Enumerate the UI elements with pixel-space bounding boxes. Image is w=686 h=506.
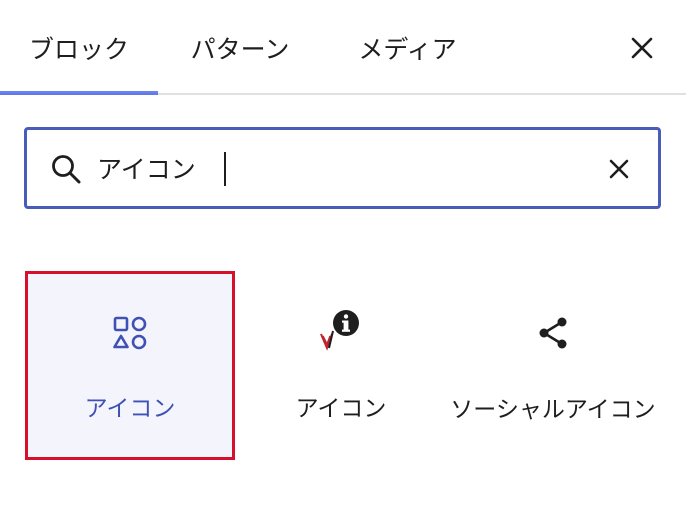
- block-result-label: アイコン: [84, 396, 176, 422]
- shapes-icon: [113, 316, 147, 350]
- inserter-tabs: ブロック パターン メディア: [0, 0, 686, 95]
- block-inserter-panel: ブロック パターン メディア アイコン アイコン アイコン ソーシャルアイコン: [0, 0, 686, 506]
- clear-search-button[interactable]: [604, 154, 634, 184]
- active-tab-indicator: [0, 91, 158, 95]
- info-plugin-icon: [320, 310, 359, 351]
- block-result-icon-plugin[interactable]: アイコン: [236, 271, 446, 460]
- close-button[interactable]: [622, 28, 662, 68]
- tab-media[interactable]: メディア: [340, 0, 475, 95]
- tab-media-label: メディア: [358, 34, 457, 64]
- search-input[interactable]: [97, 144, 567, 192]
- tab-blocks[interactable]: ブロック: [0, 0, 158, 95]
- close-icon: [631, 37, 653, 59]
- tab-blocks-label: ブロック: [28, 34, 129, 64]
- block-result-label: ソーシャルアイコン: [450, 397, 656, 423]
- block-icon-wrap: [28, 313, 232, 353]
- tab-patterns[interactable]: パターン: [170, 0, 310, 95]
- search-box: [24, 127, 661, 209]
- block-icon-wrap: [448, 313, 658, 353]
- block-result-social-icons[interactable]: ソーシャルアイコン: [448, 271, 658, 460]
- block-result-label: アイコン: [295, 396, 387, 422]
- block-icon-wrap: [236, 310, 446, 353]
- share-icon: [539, 317, 567, 349]
- search-icon: [52, 155, 81, 184]
- tab-patterns-label: パターン: [190, 34, 290, 64]
- text-caret: [224, 152, 226, 186]
- close-icon: [609, 159, 629, 179]
- block-result-icon[interactable]: アイコン: [25, 271, 235, 460]
